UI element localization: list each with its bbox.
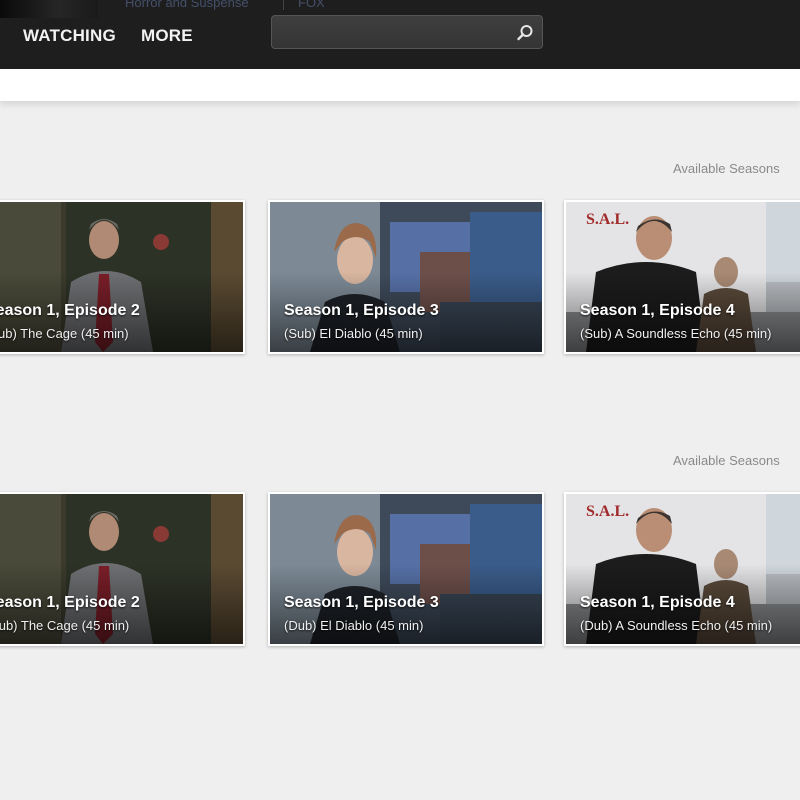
episode-title: Season 1, Episode 3 (284, 302, 439, 319)
sub-episodes-row: Available Seasons Season 1, Episode 2 (S… (0, 160, 800, 360)
episode-subtitle: (Dub) El Diablo (45 min) (284, 618, 424, 633)
show-poster-thumbnail[interactable] (0, 0, 98, 18)
breadcrumb-divider (283, 0, 284, 10)
episode-subtitle: (Sub) El Diablo (45 min) (284, 326, 423, 341)
episode-subtitle: (Dub) The Cage (45 min) (0, 618, 130, 633)
breadcrumb-genre[interactable]: Horror and Suspense (125, 0, 249, 10)
episode-card[interactable]: Season 1, Episode 3 (Dub) El Diablo (45 … (268, 492, 544, 646)
episode-card[interactable]: S.A.L. Season 1, Episode 4 (Sub) A Sound… (564, 200, 800, 354)
dub-episodes-row: Available Seasons Season 1, Episode 2 (D… (0, 452, 800, 652)
episode-subtitle: (Dub) A Soundless Echo (45 min) (580, 618, 773, 633)
search-box[interactable] (271, 15, 543, 49)
episode-card[interactable]: S.A.L. Season 1, Episode 4 (Dub) A Sound… (564, 492, 800, 646)
nav-more-link[interactable]: MORE (141, 26, 193, 46)
episode-title: Season 1, Episode 4 (580, 594, 735, 611)
episode-subtitle: (Sub) The Cage (45 min) (0, 326, 129, 341)
svg-text:S.A.L.: S.A.L. (586, 211, 629, 228)
available-seasons-link[interactable]: Available Seasons (673, 453, 780, 468)
episode-title: Season 1, Episode 4 (580, 302, 735, 319)
episode-card[interactable]: Season 1, Episode 3 (Sub) El Diablo (45 … (268, 200, 544, 354)
episode-subtitle: (Sub) A Soundless Echo (45 min) (580, 326, 772, 341)
search-icon[interactable] (515, 23, 535, 43)
episode-card[interactable]: Season 1, Episode 2 (Dub) The Cage (45 m… (0, 492, 245, 646)
available-seasons-link[interactable]: Available Seasons (673, 161, 780, 176)
episode-title: Season 1, Episode 2 (0, 302, 140, 319)
top-navigation-bar: Horror and Suspense FOX WATCHING MORE (0, 0, 800, 69)
breadcrumb-network[interactable]: FOX (298, 0, 325, 10)
tab-strip (0, 69, 800, 101)
episode-card[interactable]: Season 1, Episode 2 (Sub) The Cage (45 m… (0, 200, 245, 354)
nav-watching-link[interactable]: WATCHING (23, 26, 116, 46)
episode-title: Season 1, Episode 2 (0, 594, 140, 611)
search-input[interactable] (278, 22, 512, 44)
svg-text:S.A.L.: S.A.L. (586, 503, 629, 520)
episode-title: Season 1, Episode 3 (284, 594, 439, 611)
